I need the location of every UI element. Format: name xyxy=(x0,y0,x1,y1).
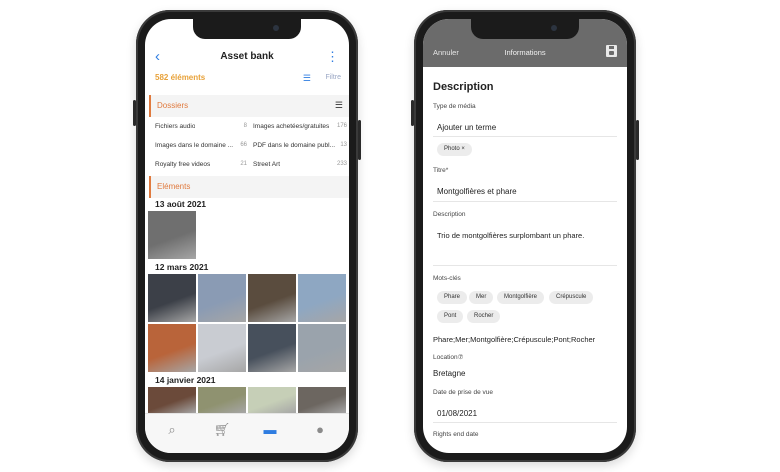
asset-bank-screen: ‹ Asset bank ⋮ 582 éléments ☰ Filtre Dos… xyxy=(145,19,349,453)
keyword-chip[interactable]: Montgolfière xyxy=(497,291,545,304)
folders-header-label: Dossiers xyxy=(157,101,189,110)
title-label: Titre* xyxy=(433,167,449,174)
more-options-icon[interactable]: ⋮ xyxy=(326,49,339,65)
thumbnail[interactable] xyxy=(148,324,196,372)
thumbnail[interactable] xyxy=(248,324,296,372)
keyword-chip[interactable]: Crépuscule xyxy=(549,291,594,304)
header-title: Informations xyxy=(504,48,546,57)
description-field[interactable]: Trio de montgolfières surplombant un pha… xyxy=(437,231,584,240)
location-label: Location⑦ xyxy=(433,354,464,361)
folders-section-header: Dossiers ☰ xyxy=(149,95,349,117)
folder-count: 8 xyxy=(243,123,247,129)
folder-count: 13 xyxy=(340,142,347,148)
informations-screen: Annuler Informations Description Type de… xyxy=(423,19,627,453)
thumbnail[interactable] xyxy=(298,324,346,372)
date-group-header: 14 janvier 2021 xyxy=(155,375,216,385)
date-group-header: 12 mars 2021 xyxy=(155,262,209,272)
nav-bar: ‹ Asset bank ⋮ xyxy=(145,47,349,69)
camera-icon xyxy=(273,25,279,31)
thumbnail[interactable] xyxy=(248,387,296,413)
folder-item[interactable]: Images dans le domaine ... 66 xyxy=(155,142,247,154)
rights-end-label: Rights end date xyxy=(433,431,479,438)
sort-icon[interactable]: ☰ xyxy=(303,73,311,84)
folder-count: 233 xyxy=(336,161,347,167)
divider xyxy=(433,136,617,137)
notch xyxy=(471,19,579,39)
keyword-chip[interactable]: Rocher xyxy=(467,310,501,323)
keywords-label: Mots-clés xyxy=(433,275,461,282)
shot-date-label: Date de prise de vue xyxy=(433,389,493,396)
keyword-chip[interactable]: Mer xyxy=(469,291,494,304)
folder-item[interactable]: PDF dans le domaine publ... 13 xyxy=(253,142,347,154)
cart-icon[interactable]: 🛒︎ xyxy=(211,422,233,438)
folder-name: Images achetées/gratuites xyxy=(253,123,330,130)
folder-count: 176 xyxy=(336,123,347,129)
camera-icon xyxy=(551,25,557,31)
date-group-header: 13 août 2021 xyxy=(155,199,207,209)
list-view-icon[interactable]: ☰ xyxy=(335,100,343,111)
media-type-chip[interactable]: Photo × xyxy=(437,143,472,156)
keywords-field[interactable]: Phare;Mer;Montgolfière;Crépuscule;Pont;R… xyxy=(433,335,595,344)
folder-name: Royalty free videos xyxy=(155,161,211,168)
folder-item[interactable]: Street Art 233 xyxy=(253,161,347,173)
add-term-input[interactable]: Ajouter un terme xyxy=(437,123,496,132)
thumbnail[interactable] xyxy=(198,387,246,413)
folder-icon[interactable]: ▬ xyxy=(259,422,281,437)
thumbnail[interactable] xyxy=(248,274,296,322)
folder-count: 66 xyxy=(240,142,247,148)
folder-name: Images dans le domaine ... xyxy=(155,142,234,149)
power-button xyxy=(358,120,361,160)
notch xyxy=(193,19,301,39)
folder-item[interactable]: Images achetées/gratuites 176 xyxy=(253,123,347,135)
location-field[interactable]: Bretagne xyxy=(433,369,465,378)
shot-date-field[interactable]: 01/08/2021 xyxy=(437,409,477,418)
power-button xyxy=(636,120,639,160)
folder-item[interactable]: Royalty free videos 21 xyxy=(155,161,247,173)
divider xyxy=(433,201,617,202)
thumbnail[interactable] xyxy=(198,274,246,322)
thumbnail[interactable] xyxy=(298,387,346,413)
user-icon[interactable]: ● xyxy=(309,422,331,437)
folder-name: PDF dans le domaine publ... xyxy=(253,142,336,149)
divider xyxy=(433,422,617,423)
section-title: Description xyxy=(433,81,494,93)
thumbnail[interactable] xyxy=(148,211,196,259)
phone-frame-right: Annuler Informations Description Type de… xyxy=(411,10,639,462)
folder-name: Street Art xyxy=(253,161,281,168)
folder-name: Fichiers audio xyxy=(155,123,196,130)
elements-header-label: Eléments xyxy=(157,182,191,191)
elements-section-header: Eléments xyxy=(149,176,349,198)
volume-button xyxy=(133,100,136,126)
title-field[interactable]: Montgolfières et phare xyxy=(437,187,517,196)
folder-item[interactable]: Fichiers audio 8 xyxy=(155,123,247,135)
description-label: Description xyxy=(433,211,466,218)
filter-button[interactable]: Filtre xyxy=(325,74,341,81)
volume-button xyxy=(411,100,414,126)
tab-bar: ⌕ 🛒︎ ▬ ● xyxy=(145,413,349,453)
item-count: 582 éléments xyxy=(155,73,206,82)
divider xyxy=(433,265,617,266)
page-title: Asset bank xyxy=(220,51,274,62)
media-type-label: Type de média xyxy=(433,103,476,110)
thumbnail[interactable] xyxy=(148,274,196,322)
keyword-chip[interactable]: Phare xyxy=(437,291,468,304)
thumbnail[interactable] xyxy=(148,387,196,413)
search-icon[interactable]: ⌕ xyxy=(161,422,183,438)
thumbnail[interactable] xyxy=(298,274,346,322)
thumbnail[interactable] xyxy=(198,324,246,372)
phone-frame-left: ‹ Asset bank ⋮ 582 éléments ☰ Filtre Dos… xyxy=(133,10,361,462)
keyword-chip[interactable]: Pont xyxy=(437,310,464,323)
folder-count: 21 xyxy=(240,161,247,167)
save-icon[interactable] xyxy=(606,45,617,57)
count-row: 582 éléments ☰ Filtre xyxy=(145,71,349,87)
